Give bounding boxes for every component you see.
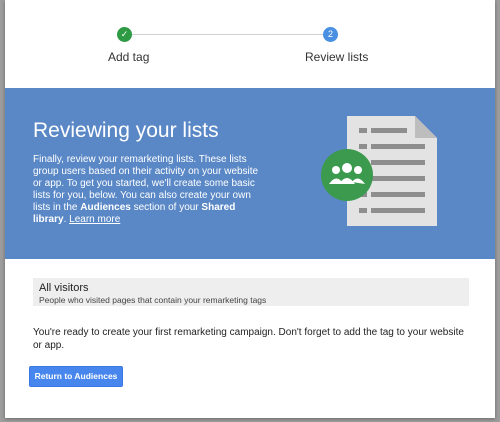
ready-message: You're ready to create your first remark…	[33, 327, 464, 351]
step-2-number-badge: 2	[323, 27, 338, 42]
stepper-connector	[125, 34, 330, 35]
stepper: ✓ Add tag 2 Review lists	[5, 0, 495, 88]
audience-document-icon	[321, 116, 437, 226]
list-item-all-visitors: All visitors People who visited pages th…	[33, 278, 469, 306]
banner-title: Reviewing your lists	[33, 119, 219, 142]
banner-description: Finally, review your remarketing lists. …	[33, 154, 269, 226]
step-complete-check-icon: ✓	[117, 27, 132, 42]
step-add-tag-label: Add tag	[108, 50, 150, 64]
return-to-audiences-button[interactable]: Return to Audiences	[29, 366, 123, 387]
banner-description-text-2: section of your	[130, 202, 202, 213]
intro-banner: Reviewing your lists Finally, review you…	[5, 88, 495, 259]
review-lists-dialog: ✓ Add tag 2 Review lists Reviewing your …	[5, 0, 495, 418]
learn-more-link[interactable]: Learn more	[69, 214, 120, 225]
list-description: People who visited pages that contain yo…	[39, 295, 267, 305]
step-review-lists-label: Review lists	[305, 50, 369, 64]
list-name: All visitors	[39, 282, 89, 294]
audiences-text: Audiences	[80, 202, 131, 213]
